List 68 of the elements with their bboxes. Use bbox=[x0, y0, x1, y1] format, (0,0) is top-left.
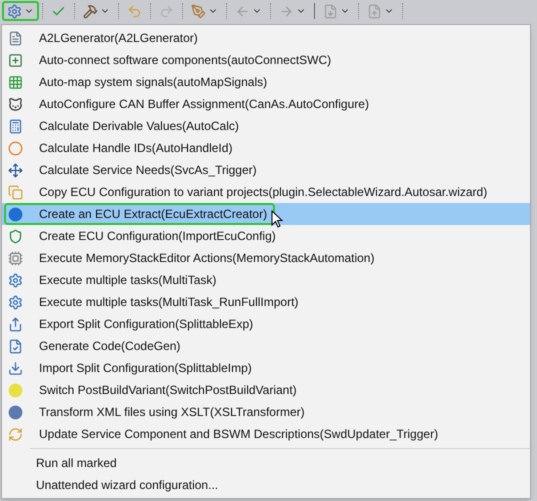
move-icon bbox=[8, 162, 23, 178]
menu-item-label: Execute multiple tasks(MultiTask_RunFullImport) bbox=[39, 294, 298, 311]
menu-item[interactable]: Calculate Handle IDs(AutoHandleId) bbox=[2, 137, 530, 159]
undo-icon bbox=[127, 4, 142, 18]
document-icon bbox=[8, 30, 23, 46]
menu-item[interactable]: Create ECU Configuration(ImportEcuConfig) bbox=[2, 225, 530, 247]
refresh-icon bbox=[8, 426, 23, 442]
menu-item[interactable]: Auto-map system signals(autoMapSignals) bbox=[2, 71, 530, 93]
menu-item-label: Calculate Service Needs(SvcAs_Trigger) bbox=[39, 162, 257, 179]
mouse-cursor-icon bbox=[271, 210, 284, 228]
pen-icon bbox=[191, 4, 206, 18]
menu-item[interactable]: A2LGenerator(A2LGenerator) bbox=[2, 27, 530, 49]
menu-item-label: A2LGenerator(A2LGenerator) bbox=[39, 30, 198, 47]
menu-item-label: Auto-connect software components(autoConnectSWC) bbox=[39, 52, 332, 69]
chip-icon bbox=[8, 250, 23, 266]
menu-item-label: Create ECU Configuration(ImportEcuConfig) bbox=[39, 228, 276, 245]
menu-item-label: Auto-map system signals(autoMapSignals) bbox=[39, 74, 268, 91]
bulb-icon bbox=[8, 382, 23, 398]
copy-icon bbox=[8, 184, 23, 200]
menu-item-label: Import Split Configuration(SplittableImp) bbox=[39, 360, 252, 377]
shield-icon bbox=[8, 228, 23, 244]
forward-arrow-icon bbox=[279, 4, 294, 18]
checklist-icon bbox=[8, 338, 23, 354]
menu-item[interactable]: Calculate Derivable Values(AutoCalc) bbox=[2, 115, 530, 137]
menu-item-label: Calculate Derivable Values(AutoCalc) bbox=[39, 118, 239, 135]
menu-item-label: Generate Code(CodeGen) bbox=[39, 338, 180, 355]
menu-item[interactable]: Calculate Service Needs(SvcAs_Trigger) bbox=[2, 159, 530, 181]
export-icon bbox=[8, 316, 23, 332]
menu-item-label: Execute multiple tasks(MultiTask) bbox=[39, 272, 216, 289]
menu-item-label: Create an ECU Extract(EcuExtractCreator) bbox=[39, 206, 268, 223]
menu-item[interactable]: Execute multiple tasks(MultiTask) bbox=[2, 269, 530, 291]
menu-item[interactable]: Execute multiple tasks(MultiTask_RunFullImport) bbox=[2, 291, 530, 313]
add-component-icon bbox=[8, 52, 23, 68]
ball-icon bbox=[8, 140, 23, 156]
menu-item-label: AutoConfigure CAN Buffer Assignment(CanAs.AutoConfigure) bbox=[39, 96, 369, 113]
gear-icon bbox=[8, 294, 23, 310]
menu-item[interactable]: Copy ECU Configuration to variant projects(plugin.SelectableWizard.Autosar.wizard) bbox=[2, 181, 530, 203]
calculator-icon bbox=[8, 118, 23, 134]
menu-item-label: Copy ECU Configuration to variant projects(plugin.SelectableWizard.Autosar.wizard) bbox=[39, 184, 488, 201]
menu-item[interactable]: Update Service Component and BSWM Descriptions(SwdUpdater_Trigger) bbox=[2, 423, 530, 445]
toolbar-button[interactable] bbox=[2, 1, 39, 21]
menu-item[interactable]: Create an ECU Extract(EcuExtractCreator) bbox=[2, 203, 530, 225]
menu-item-label: Switch PostBuildVariant(SwitchPostBuildVariant) bbox=[39, 382, 297, 399]
export-icon bbox=[367, 4, 382, 18]
gear-icon bbox=[8, 272, 23, 288]
menu-item[interactable]: Transform XML files using XSLT(XSLTransformer) bbox=[2, 401, 530, 423]
dot-icon bbox=[8, 404, 23, 420]
import-icon bbox=[323, 4, 338, 18]
gear-icon bbox=[7, 4, 22, 18]
menu-item[interactable]: AutoConfigure CAN Buffer Assignment(CanAs.AutoConfigure) bbox=[2, 93, 530, 115]
redo-icon bbox=[159, 4, 174, 18]
grid-icon bbox=[8, 74, 23, 90]
menu-item-label: Execute MemoryStackEditor Actions(MemoryStackAutomation) bbox=[39, 250, 374, 267]
menu-item[interactable]: Export Split Configuration(SplittableExp) bbox=[2, 313, 530, 335]
menu-item[interactable]: Execute MemoryStackEditor Actions(MemoryStackAutomation) bbox=[2, 247, 530, 269]
import-icon bbox=[8, 360, 23, 376]
hammer-icon bbox=[83, 4, 98, 18]
menu-item-label: Update Service Component and BSWM Descriptions(SwdUpdater_Trigger) bbox=[39, 426, 438, 443]
animal-icon bbox=[8, 96, 23, 112]
menu-item[interactable]: Generate Code(CodeGen) bbox=[2, 335, 530, 357]
menu-item[interactable]: Auto-connect software components(autoConnectSWC) bbox=[2, 49, 530, 71]
menu-item[interactable]: Run all marked bbox=[36, 454, 117, 472]
menu-item[interactable]: Import Split Configuration(SplittableImp) bbox=[2, 357, 530, 379]
menu-item-label: Export Split Configuration(SplittableExp) bbox=[39, 316, 254, 333]
menu-item[interactable]: Switch PostBuildVariant(SwitchPostBuildVariant) bbox=[2, 379, 530, 401]
menu-item-label: Transform XML files using XSLT(XSLTransformer) bbox=[39, 404, 305, 421]
menu-item-label: Calculate Handle IDs(AutoHandleId) bbox=[39, 140, 232, 157]
menu-item[interactable]: Unattended wizard configuration... bbox=[36, 476, 218, 494]
